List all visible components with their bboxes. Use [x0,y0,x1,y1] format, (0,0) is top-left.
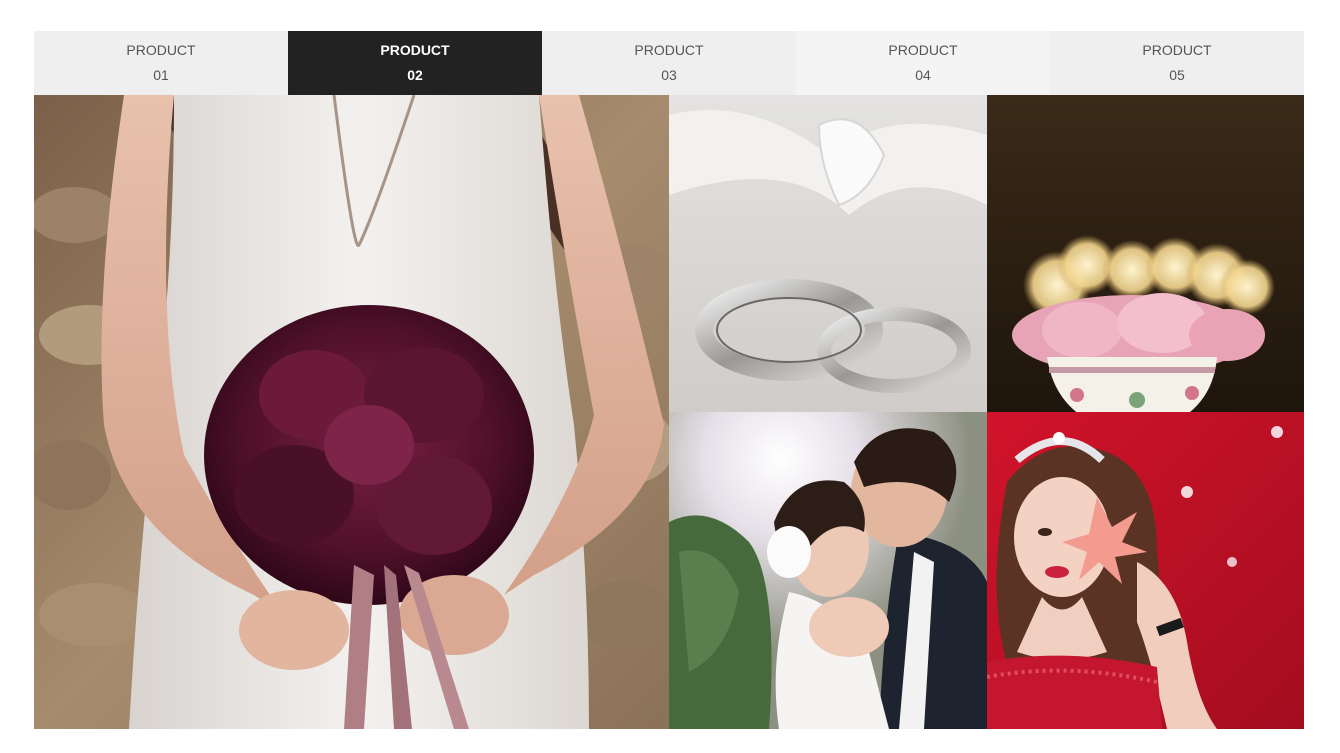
wedding-rings-photo[interactable] [669,95,987,412]
tab-product-03[interactable]: PRODUCT 03 [542,31,796,95]
bride-bouquet-photo[interactable] [34,95,669,729]
tiara-girl-photo[interactable] [987,412,1304,729]
tab-label: PRODUCT [634,42,704,58]
tab-label: PRODUCT [380,42,450,58]
tab-product-01[interactable]: PRODUCT 01 [34,31,288,95]
tab-number: 05 [1169,67,1185,83]
tab-product-02[interactable]: PRODUCT 02 [288,31,542,95]
tab-product-05[interactable]: PRODUCT 05 [1050,31,1304,95]
rose-teacup-photo[interactable] [987,95,1304,412]
tab-number: 01 [153,67,169,83]
kissing-couple-photo[interactable] [669,412,987,729]
tab-product-04[interactable]: PRODUCT 04 [796,31,1050,95]
product-tab-bar: PRODUCT 01 PRODUCT 02 PRODUCT 03 PRODUCT… [34,31,1304,95]
tab-number: 04 [915,67,931,83]
tab-number: 03 [661,67,677,83]
product-showcase: PRODUCT 01 PRODUCT 02 PRODUCT 03 PRODUCT… [34,31,1304,729]
tab-number: 02 [407,67,423,83]
tab-label: PRODUCT [126,42,196,58]
tab-label: PRODUCT [1142,42,1212,58]
tab-label: PRODUCT [888,42,958,58]
product-gallery [34,95,1304,729]
